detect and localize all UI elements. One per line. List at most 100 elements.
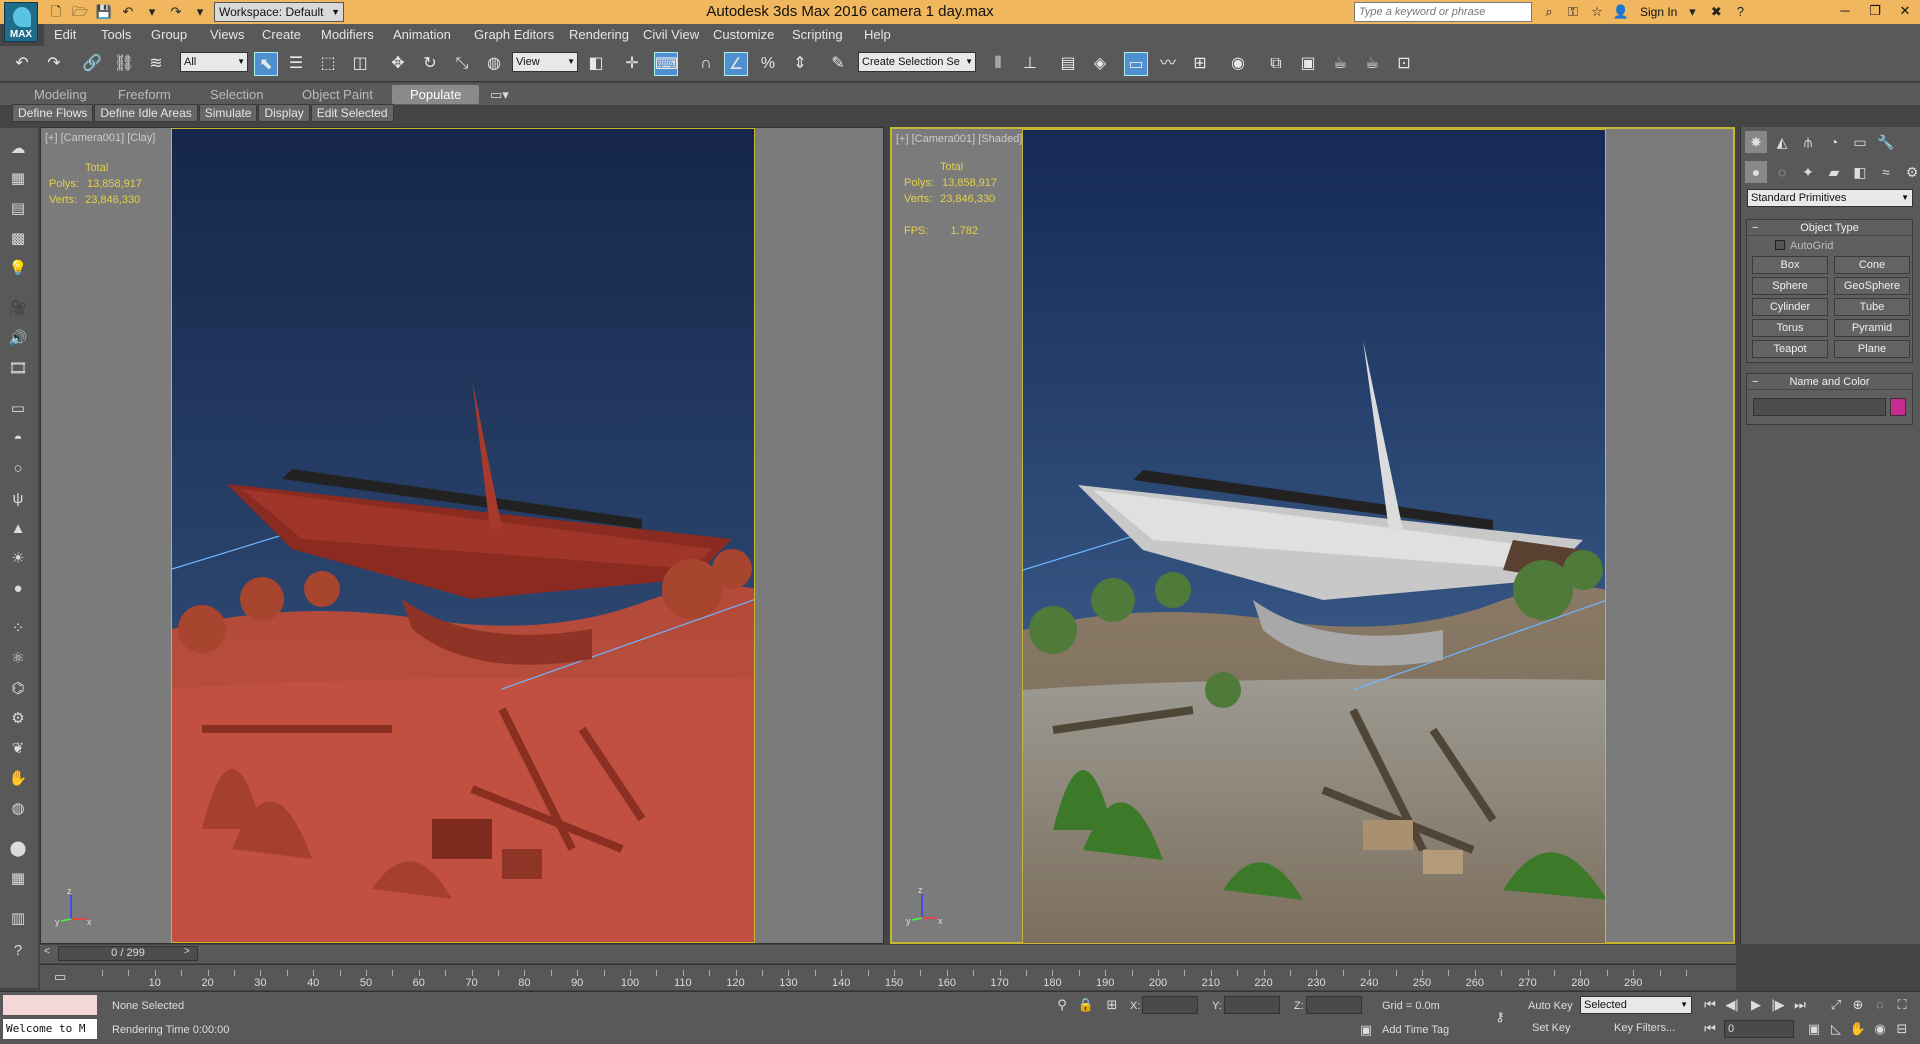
viewport-label[interactable]: [+] [Camera001] [Shaded]	[896, 133, 1022, 145]
schematic-view-icon[interactable]: ⊞	[1188, 52, 1212, 76]
sound-icon[interactable]: 🔊	[6, 328, 30, 350]
sign-in-button[interactable]: Sign In	[1640, 2, 1677, 22]
undo-icon[interactable]: ↶	[10, 52, 34, 76]
z-coordinate-field[interactable]	[1306, 996, 1362, 1014]
edit-selected-button[interactable]: Edit Selected	[310, 104, 394, 122]
menu-rendering[interactable]: Rendering	[569, 27, 629, 42]
set-key-button[interactable]: Set Key	[1532, 1022, 1571, 1034]
angle-snap-icon[interactable]: ∠	[724, 52, 748, 76]
object-name-input[interactable]	[1753, 398, 1887, 416]
orbit-icon[interactable]: ◌	[1870, 995, 1890, 1015]
previous-frame-icon[interactable]: ◀|	[1722, 995, 1742, 1015]
user-icon[interactable]: 👤	[1612, 2, 1630, 22]
current-frame-field[interactable]: 0	[1724, 1020, 1794, 1038]
pan-view-icon[interactable]: ✋	[1848, 1019, 1868, 1039]
viewport-label[interactable]: [+] [Camera001] [Clay]	[45, 132, 155, 144]
subscription-icon[interactable]: ⚿	[1564, 2, 1582, 22]
sun-icon[interactable]: ☀	[6, 548, 30, 570]
space-warps-icon[interactable]: ≈	[1875, 161, 1897, 183]
rendered-frame-window-icon[interactable]: ▣	[1296, 52, 1320, 76]
sign-in-chevron-icon[interactable]: ▾	[1683, 2, 1701, 22]
absolute-mode-icon[interactable]: ⊞	[1102, 995, 1122, 1015]
prev-frame-arrow-icon[interactable]: <	[44, 946, 50, 957]
menu-group[interactable]: Group	[151, 27, 187, 42]
particles-icon[interactable]: ⁘	[6, 618, 30, 640]
menu-customize[interactable]: Customize	[713, 27, 774, 42]
tab-selection[interactable]: Selection	[210, 87, 263, 102]
time-tag-icon[interactable]: ▣	[1356, 1020, 1376, 1040]
systems-icon[interactable]: ⚙	[1901, 161, 1920, 183]
edit-named-selection-icon[interactable]: ✎	[826, 52, 850, 76]
helpers-icon[interactable]: ◧	[1849, 161, 1871, 183]
x-coordinate-field[interactable]	[1142, 996, 1198, 1014]
exchange-apps-icon[interactable]: ✖	[1707, 2, 1725, 22]
ribbon-options-icon[interactable]: ▭▾	[490, 87, 509, 103]
maxscript-output[interactable]: Welcome to M	[2, 1018, 98, 1040]
key-filters-button[interactable]: Key Filters...	[1614, 1022, 1675, 1034]
track-bar[interactable]: ▭ 10 20 30 40 50 60 70 80 90 100 110 120 130 140 150 16…	[40, 964, 1736, 990]
grass-icon[interactable]: ψ	[6, 488, 30, 510]
select-and-link-icon[interactable]: 🔗	[80, 52, 104, 76]
menu-views[interactable]: Views	[210, 27, 244, 42]
select-and-place-icon[interactable]: ◍	[482, 52, 506, 76]
menu-animation[interactable]: Animation	[393, 27, 451, 42]
redo-icon[interactable]: ↷	[42, 52, 66, 76]
select-and-move-icon[interactable]: ✥	[386, 52, 410, 76]
graphite-ribbon-icon[interactable]: ▭	[1124, 52, 1148, 76]
close-icon[interactable]: ✕	[1890, 0, 1920, 22]
select-and-rotate-icon[interactable]: ↻	[418, 52, 442, 76]
search-input[interactable]: Type a keyword or phrase	[1354, 2, 1532, 22]
play-icon[interactable]: ▶	[1746, 995, 1766, 1015]
torus-button[interactable]: Torus	[1752, 319, 1828, 337]
teapot-button[interactable]: Teapot	[1752, 340, 1828, 358]
plant-icon[interactable]: ❦	[6, 738, 30, 760]
pivot-center-icon[interactable]: ◧	[584, 52, 608, 76]
material-editor-icon[interactable]: ◉	[1226, 52, 1250, 76]
help-icon[interactable]: ?	[6, 940, 30, 962]
select-and-scale-icon[interactable]: ⤡	[450, 52, 474, 76]
menu-civil-view[interactable]: Civil View	[643, 27, 699, 42]
list-icon[interactable]: ▤	[6, 198, 30, 220]
maximize-viewport-icon[interactable]: ⛶	[1892, 995, 1912, 1015]
menu-create[interactable]: Create	[262, 27, 301, 42]
maximize-icon[interactable]: ❐	[1860, 0, 1890, 22]
align-icon[interactable]: ⊥	[1018, 52, 1042, 76]
key-selection-set-dropdown[interactable]: Selected ▼	[1580, 996, 1692, 1014]
display-tab-icon[interactable]: ▭	[1849, 131, 1871, 153]
lights-icon[interactable]: ✦	[1797, 161, 1819, 183]
calculator-icon[interactable]: ▦	[6, 868, 30, 890]
tab-object-paint[interactable]: Object Paint	[302, 87, 373, 102]
molecule-icon[interactable]: ⚛	[6, 648, 30, 670]
object-type-header[interactable]: − Object Type	[1747, 220, 1912, 236]
grid-icon[interactable]: ▩	[6, 228, 30, 250]
time-slider-thumb[interactable]: 0 / 299	[58, 946, 198, 961]
named-selection-dropdown[interactable]: Create Selection Se ▼	[858, 52, 976, 72]
dome-icon[interactable]: ◓	[6, 428, 30, 450]
viewport-camera-clay[interactable]: [+] [Camera001] [Clay] Total Polys: 13,85…	[40, 127, 884, 944]
pyramid-button[interactable]: Pyramid	[1834, 319, 1910, 337]
spinner-snap-icon[interactable]: ⇕	[788, 52, 812, 76]
sphere-icon[interactable]: ●	[6, 578, 30, 600]
window-crossing-icon[interactable]: ◫	[348, 52, 372, 76]
network-icon[interactable]: ⌬	[6, 678, 30, 700]
menu-help[interactable]: Help	[864, 27, 891, 42]
field-of-view-icon[interactable]: ◺	[1826, 1019, 1846, 1039]
create-tab-icon[interactable]: ✸	[1745, 131, 1767, 153]
sphere-primitive-icon[interactable]: ⬤	[6, 838, 30, 860]
auto-key-button[interactable]: Auto Key	[1528, 1000, 1573, 1012]
tab-populate[interactable]: Populate	[392, 85, 480, 104]
keyboard-shortcut-override-icon[interactable]: ⌨	[654, 52, 678, 76]
modify-tab-icon[interactable]: ◭	[1771, 131, 1793, 153]
reference-coordinate-dropdown[interactable]: View ▼	[512, 52, 578, 72]
menu-graph-editors[interactable]: Graph Editors	[474, 27, 554, 42]
star-icon[interactable]: ☆	[1588, 2, 1606, 22]
define-idle-areas-button[interactable]: Define Idle Areas	[94, 104, 198, 122]
snaps-toggle-icon[interactable]: ∩	[694, 52, 718, 76]
geometry-icon[interactable]: ●	[1745, 161, 1767, 183]
video-camera-icon[interactable]: 🎥	[6, 298, 30, 320]
isolate-selection-icon[interactable]: ⚲	[1052, 995, 1072, 1015]
geosphere-button[interactable]: GeoSphere	[1834, 277, 1910, 295]
selection-filter-dropdown[interactable]: All ▼	[180, 52, 248, 72]
display-button[interactable]: Display	[258, 104, 310, 122]
menu-modifiers[interactable]: Modifiers	[321, 27, 374, 42]
